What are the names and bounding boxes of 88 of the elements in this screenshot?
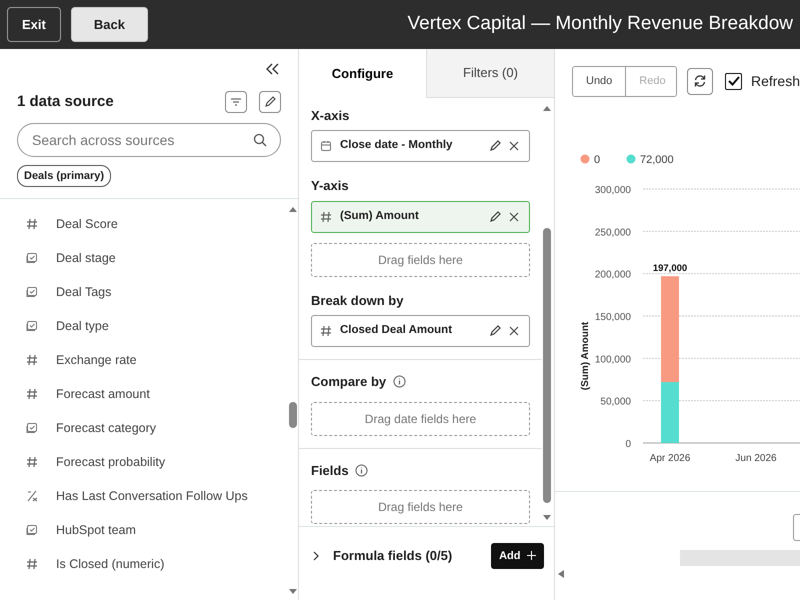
nav-button[interactable]: Back: [70, 6, 148, 42]
section-title: X-axis: [311, 106, 350, 124]
x-tick-label: Jun 2026: [735, 452, 777, 464]
refresh-icon: [693, 74, 708, 88]
drop-zone[interactable]: Drag fields here: [311, 490, 530, 524]
list-check-icon: [26, 286, 38, 298]
field-pill[interactable]: (Sum) Amount: [311, 200, 530, 232]
close-icon[interactable]: [509, 141, 519, 151]
tab[interactable]: Filters (0): [426, 49, 554, 98]
scroll-down-arrow-icon[interactable]: [542, 514, 552, 522]
close-icon[interactable]: [509, 212, 519, 222]
list-check-icon: [26, 320, 38, 332]
add-button[interactable]: Add: [491, 542, 544, 569]
field-list-item[interactable]: Deal stage: [0, 241, 288, 275]
pill-label: Closed Deal Amount: [340, 323, 454, 338]
bar-total-label: 197,000: [652, 262, 688, 274]
field-list-item[interactable]: Forecast probability: [0, 445, 288, 479]
scrollbar-thumb[interactable]: [543, 228, 551, 502]
hash-icon: [26, 388, 38, 400]
scroll-up-arrow-icon[interactable]: [542, 104, 552, 112]
hash-icon: [320, 210, 332, 222]
calendar-icon: [320, 140, 332, 152]
drop-zone[interactable]: Drag date fields here: [311, 402, 530, 436]
edit-button[interactable]: [259, 91, 281, 114]
hash-icon: [26, 354, 38, 366]
section-title: Break down by: [311, 292, 404, 310]
legend-label: 72,000: [640, 154, 674, 166]
list-check-icon: [26, 252, 38, 264]
field-list-item[interactable]: Forecast amount: [0, 377, 288, 411]
y-tick-label: 50,000: [600, 396, 631, 408]
refresh-button[interactable]: [686, 68, 714, 95]
plus-icon: [527, 551, 536, 560]
list-check-icon: [26, 422, 38, 434]
list-check-icon: [26, 524, 38, 536]
y-tick-label: 300,000: [594, 184, 631, 196]
horizontal-scrollbar[interactable]: [680, 550, 800, 566]
formula-icon: [26, 490, 38, 502]
check-icon: [728, 76, 740, 86]
field-list-item[interactable]: Deal Tags: [0, 275, 288, 309]
legend-label: 0: [594, 154, 600, 166]
pencil-icon: [264, 96, 276, 108]
field-list-item[interactable]: Exchange rate: [0, 343, 288, 377]
field-list-item[interactable]: Deal Score: [0, 207, 288, 241]
field-list-item[interactable]: HubSpot team: [0, 513, 288, 547]
hash-icon: [26, 218, 38, 230]
pill-label: (Sum) Amount: [340, 208, 420, 224]
scroll-down-arrow-icon[interactable]: [288, 588, 298, 596]
search-icon[interactable]: [253, 132, 267, 146]
drop-zone[interactable]: Drag fields here: [311, 242, 530, 276]
nav-button[interactable]: Exit: [7, 6, 61, 42]
scroll-left-arrow-icon[interactable]: [557, 568, 565, 578]
search-field[interactable]: Search across sources: [17, 122, 281, 156]
scroll-up-arrow-icon[interactable]: [288, 205, 298, 213]
y-tick-label: 250,000: [594, 226, 631, 238]
hash-icon: [26, 456, 38, 468]
section-title: Formula fields (0/5): [333, 547, 452, 565]
collapse-icon[interactable]: [266, 63, 280, 75]
section-title: Fields: [311, 462, 349, 480]
close-icon[interactable]: [509, 326, 519, 336]
field-list-item[interactable]: Deal type: [0, 309, 288, 343]
filter-icon: [230, 97, 242, 108]
y-tick-label: 100,000: [594, 354, 631, 365]
field-list-item[interactable]: Has Last Conversation Follow Ups: [0, 479, 288, 513]
field-list-item[interactable]: Forecast category: [0, 411, 288, 445]
pencil-icon[interactable]: [489, 325, 501, 337]
y-axis-title: (Sum) Amount: [580, 321, 591, 390]
y-tick-label: 0: [625, 438, 631, 450]
filter-button[interactable]: [225, 91, 247, 114]
checkbox[interactable]: [725, 72, 742, 90]
chevron-right-icon[interactable]: [313, 550, 319, 561]
field-pill[interactable]: Closed Deal Amount: [311, 315, 530, 347]
checkbox-label: Refresh: [750, 72, 800, 91]
section-title: Y-axis: [311, 177, 349, 195]
y-tick-label: 200,000: [594, 269, 631, 280]
source-chip[interactable]: Deals (primary): [17, 164, 112, 187]
field-list-item[interactable]: Is Closed (numeric): [0, 547, 288, 581]
pill-label: Close date - Monthly: [340, 138, 454, 154]
x-tick-label: Apr 2026: [650, 452, 690, 464]
page-title: Vertex Capital — Monthly Revenue Breakdow: [408, 12, 793, 36]
hash-icon: [26, 558, 38, 570]
pencil-icon[interactable]: [489, 140, 501, 152]
y-tick-label: 150,000: [594, 312, 631, 322]
panel-title: 1 data source: [17, 92, 114, 112]
pencil-icon[interactable]: [489, 210, 501, 222]
hash-icon: [320, 325, 332, 337]
scrollbar-thumb[interactable]: [289, 402, 297, 428]
field-pill[interactable]: Close date - Monthly: [311, 130, 530, 162]
section-title: Compare by: [311, 373, 386, 391]
